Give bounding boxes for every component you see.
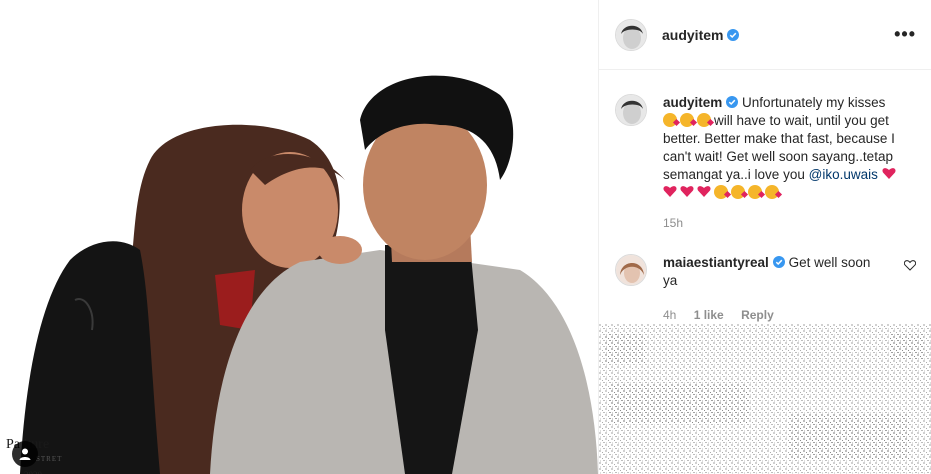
caption-text-start: Unfortunately my kisses (742, 95, 886, 110)
caption-username[interactable]: audyitem (663, 95, 722, 110)
kiss-emoji-icon (731, 185, 745, 199)
kiss-emoji-icon (663, 113, 677, 127)
kiss-emoji-icon (748, 185, 762, 199)
kiss-emoji-icon (765, 185, 779, 199)
reply-comment: maiaestiantyreal Get well soon ya 4h 1 l… (599, 254, 931, 324)
more-options-icon[interactable]: ••• (894, 24, 916, 45)
author-avatar[interactable] (615, 18, 647, 51)
mention-link[interactable]: @iko.uwais (809, 167, 878, 182)
couple-photo (20, 75, 598, 474)
kiss-emoji-icon (697, 113, 711, 127)
reply-timestamp[interactable]: 4h (663, 308, 676, 322)
post-header: audyitem ••• (599, 0, 931, 70)
caption-author-avatar[interactable] (615, 94, 647, 126)
post-side-panel: audyitem ••• audyitem Unfortunately my k… (598, 0, 931, 474)
header-username[interactable]: audyitem (662, 27, 723, 43)
heart-emoji-icon (882, 167, 896, 181)
post-image[interactable]: Pa iture STRET 2020 (0, 0, 598, 474)
user-tag-icon[interactable] (12, 441, 38, 467)
reply-button[interactable]: Reply (741, 308, 774, 322)
caption-comment: audyitem Unfortunately my kisses will ha… (599, 94, 931, 232)
verified-badge-icon (727, 28, 740, 41)
commenter-username[interactable]: maiaestiantyreal (663, 255, 769, 270)
kiss-emoji-icon (714, 185, 728, 199)
heart-emoji-icon (680, 185, 694, 199)
watermark-year: 2020 (6, 468, 62, 474)
verified-badge-icon (726, 96, 739, 108)
heart-emoji-icon (663, 185, 677, 199)
caption-timestamp[interactable]: 15h (663, 214, 903, 232)
heart-emoji-icon (697, 185, 711, 199)
heart-like-icon[interactable] (904, 260, 916, 271)
reply-likes-count[interactable]: 1 like (694, 308, 724, 322)
kiss-emoji-icon (680, 113, 694, 127)
commenter-avatar[interactable] (615, 254, 647, 286)
pixelated-comments-area (599, 324, 931, 474)
reply-meta: 4h 1 like Reply (663, 306, 878, 324)
verified-badge-icon (772, 256, 785, 268)
